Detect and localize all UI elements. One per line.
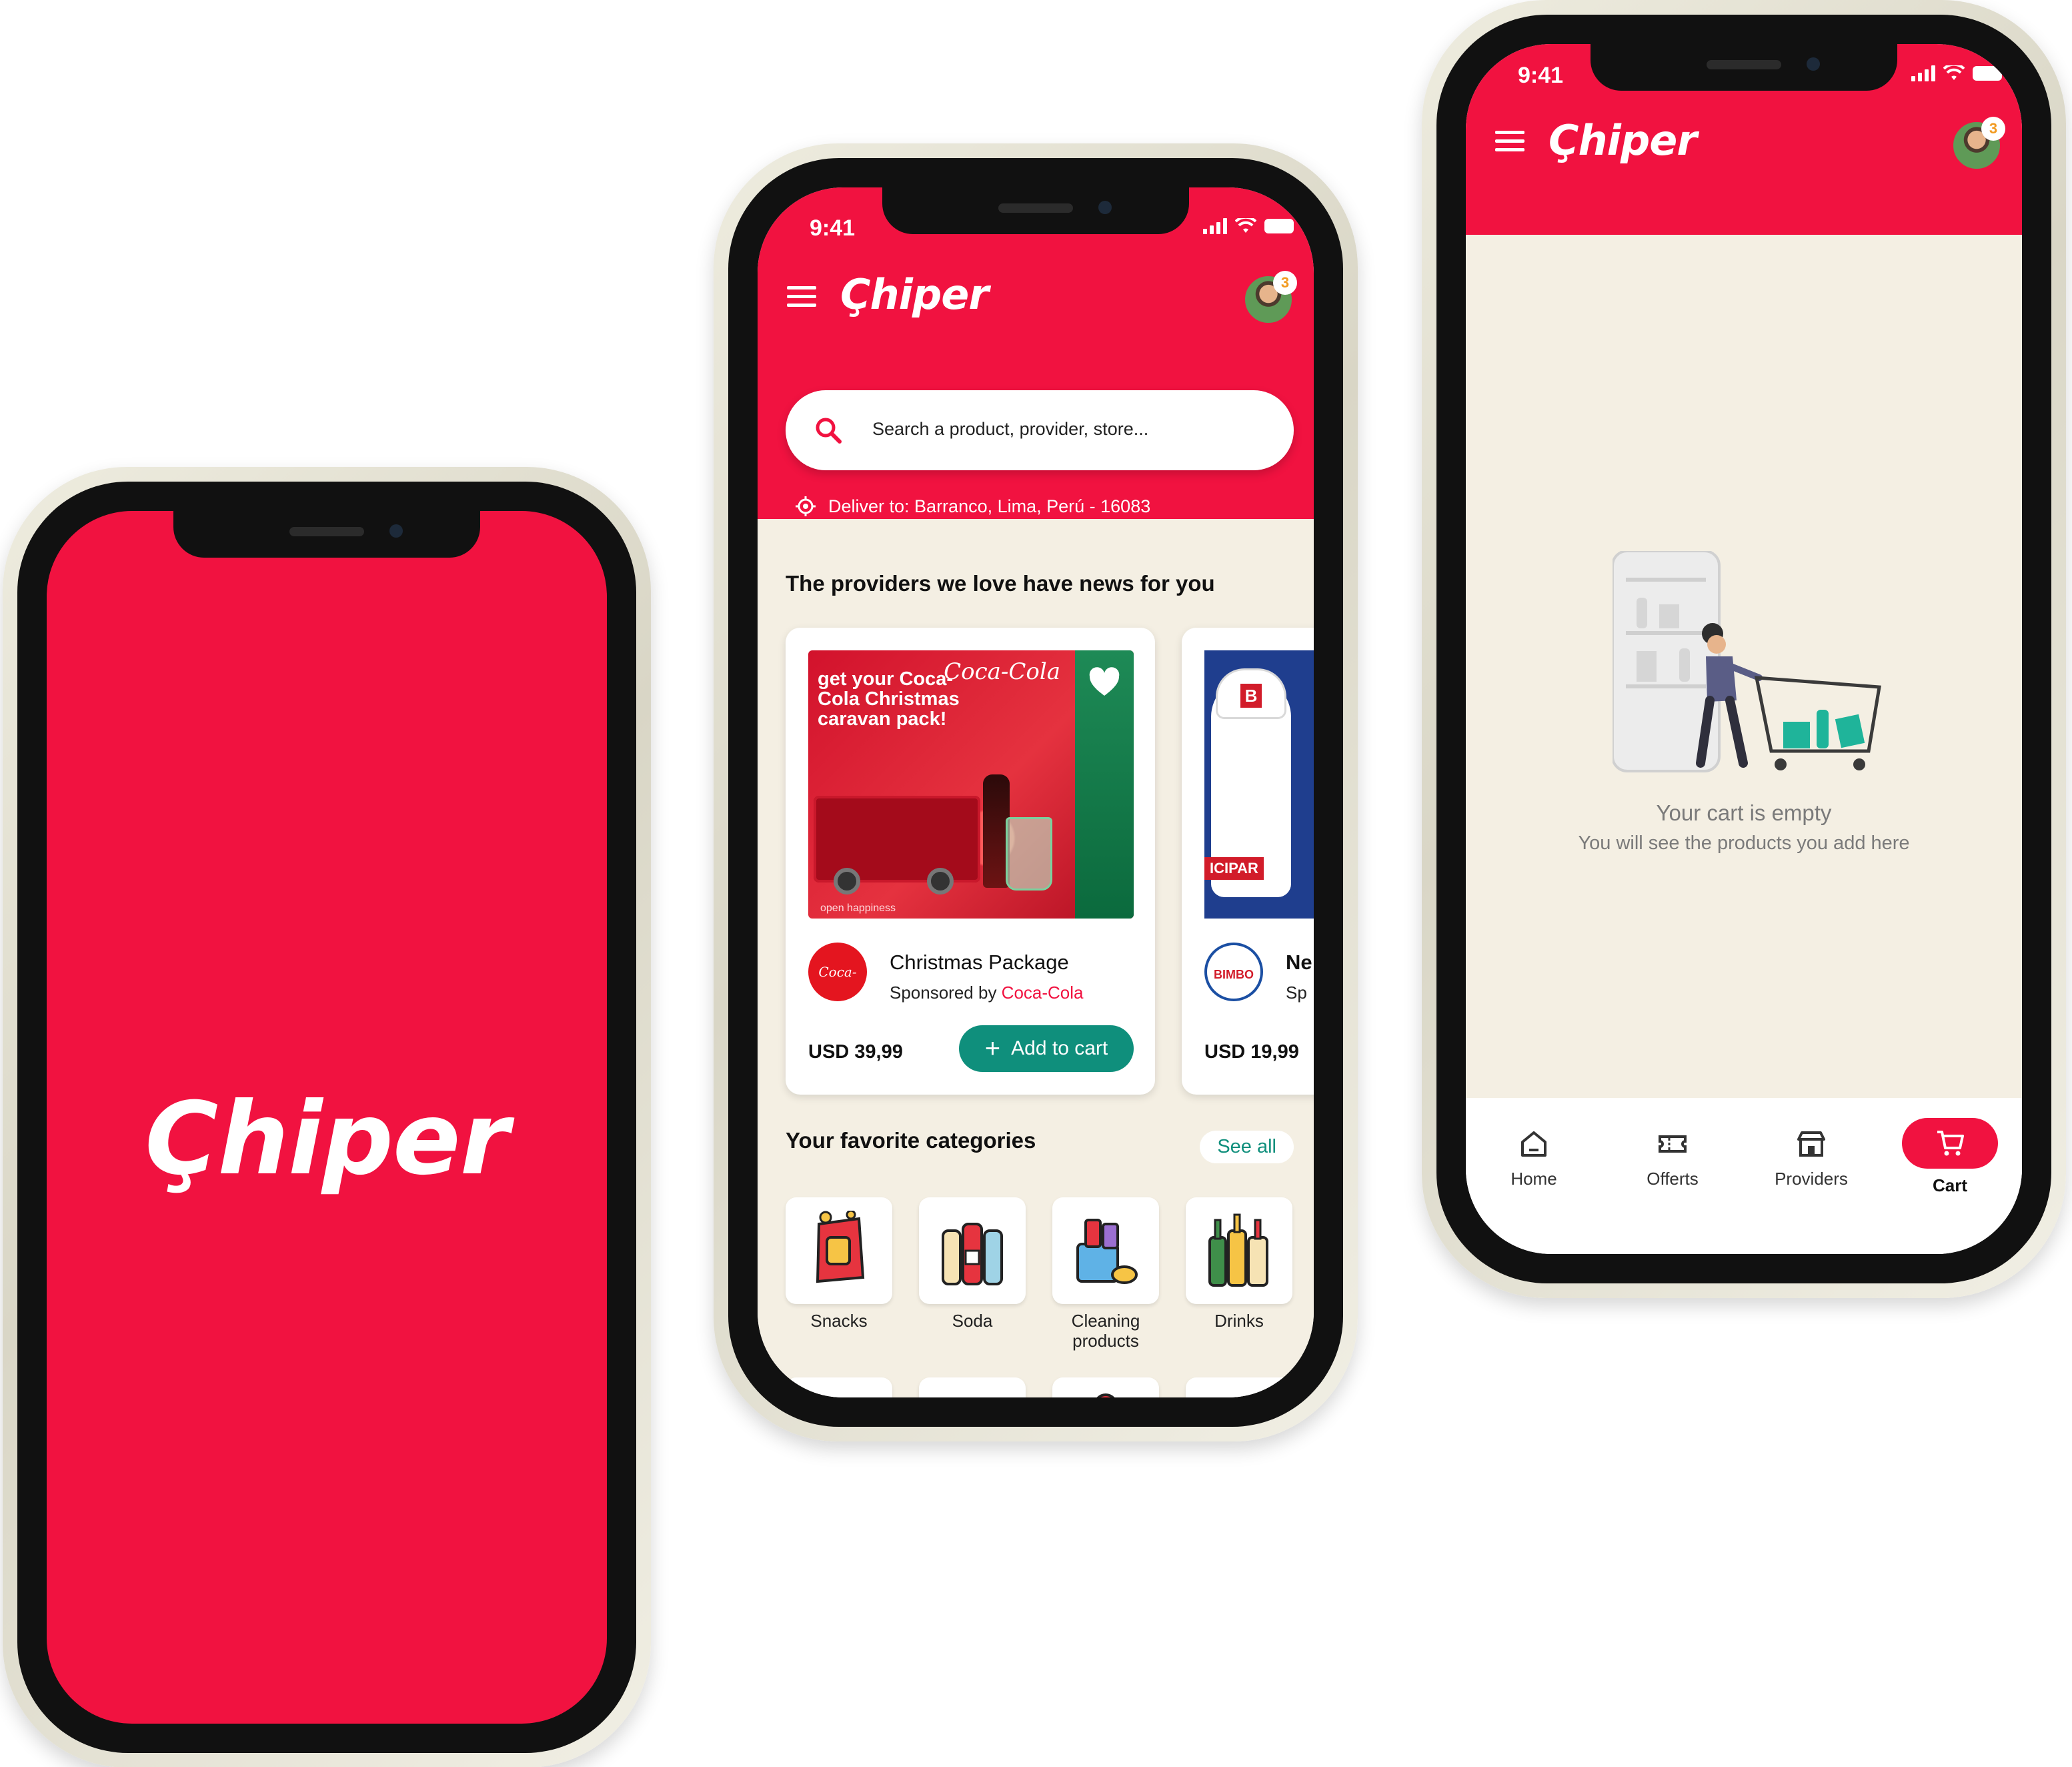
glass-image [1006,817,1052,891]
deliver-to-text: Deliver to: Barranco, Lima, Perú - 16083 [828,496,1151,516]
location-icon [796,496,816,516]
phone-splash: Çhiper [3,467,651,1767]
phone-bezel: 9:41 Çhiper 3 Your cart is empty You wil… [1436,15,2051,1283]
empty-cart-title: Your cart is empty [1656,800,1832,825]
product-sponsor: Sp [1286,983,1307,1003]
search-placeholder: Search a product, provider, store... [872,419,1149,439]
phone-home: 9:41 Çhiper 3 Search a product, provider… [714,143,1358,1441]
category-pharmacy[interactable] [1052,1377,1159,1397]
status-time: 9:41 [1518,63,1564,88]
app-header: 9:41 Çhiper 3 Search a product, provider… [758,187,1314,519]
wifi-icon [1943,65,1965,80]
meat-icon [806,1391,872,1397]
cart-icon [1937,1131,1964,1156]
battery-icon [1973,66,2002,81]
tab-offerts[interactable]: Offerts [1613,1129,1733,1189]
plus-icon: + [984,1034,1001,1063]
category-vegetables[interactable] [919,1377,1026,1397]
menu-icon[interactable] [787,286,816,307]
deliver-to[interactable]: Deliver to: Barranco, Lima, Perú - 16083 [795,496,1150,517]
empty-cart-subtitle: You will see the products you add here [1578,832,1910,854]
avatar[interactable]: 3 [1951,117,2005,171]
promo-footer: open happiness [820,903,896,914]
category-meat[interactable] [786,1377,892,1397]
category-drinks[interactable]: Drinks [1186,1197,1292,1351]
splash-screen: Çhiper [47,511,607,1724]
menu-icon[interactable] [1495,131,1524,151]
category-snacks[interactable]: Snacks [786,1197,892,1351]
add-to-cart-button[interactable]: + Add to cart [959,1025,1134,1072]
product-price: USD 39,99 [808,1041,903,1063]
search-input[interactable]: Search a product, provider, store... [786,390,1294,470]
see-all-button[interactable]: See all [1200,1131,1294,1163]
favorite-icon[interactable] [1087,665,1122,700]
promo-image: B ICIPAR [1204,650,1314,919]
product-sponsor: Sponsored by Coca-Cola [890,983,1084,1003]
status-time: 9:41 [810,215,856,241]
active-tab-indicator [1902,1118,1998,1169]
phone-bezel: 9:41 Çhiper 3 Search a product, provider… [728,158,1343,1427]
phone-bezel: Çhiper [17,482,636,1753]
tab-providers[interactable]: Providers [1751,1129,1871,1189]
soda-icon [942,1223,1003,1285]
coca-cola-logo: Coca-Cola [808,943,867,1039]
signal-icon [1911,65,1935,81]
product-title: Ne [1286,951,1312,974]
categories-grid: Snacks Soda Cleaning products Drinks [786,1197,1292,1397]
drinks-icon [1208,1213,1268,1287]
tab-home[interactable]: Home [1474,1129,1594,1189]
avatar[interactable]: 3 [1243,271,1297,325]
status-icons [1911,65,2002,81]
notification-badge: 3 [1981,117,2005,141]
product-title: Christmas Package [890,951,1069,974]
pharmacy-icon [1096,1393,1115,1397]
splash-logo: Çhiper [145,1081,509,1197]
cart-screen: 9:41 Çhiper 3 Your cart is empty You wil… [1466,44,2022,1254]
vegetables-icon [939,1391,1006,1397]
provider-card[interactable]: B ICIPAR BIMBO Ne Sp USD 19,99 [1182,628,1314,1095]
battery-icon [1264,219,1294,233]
header-logo: Çhiper [840,270,989,319]
category-furniture[interactable] [1186,1377,1292,1397]
signal-icon [1203,218,1227,234]
promo-logo: Coca-Cola [944,658,1060,685]
phone-notch [173,511,480,558]
providers-section-title: The providers we love have news for you [786,571,1215,596]
truck-image [814,796,980,895]
search-icon [816,418,842,444]
phone-notch [882,187,1189,234]
store-icon [1797,1131,1825,1157]
home-icon [1521,1131,1546,1157]
status-icons [1203,218,1294,234]
tab-cart[interactable]: Cart [1890,1118,2010,1196]
bimbo-logo: BIMBO [1204,943,1263,1001]
cleaning-icon [1076,1219,1138,1284]
provider-card[interactable]: get your Coca-Cola Christmas caravan pac… [786,628,1155,1095]
phone-cart: 9:41 Çhiper 3 Your cart is empty You wil… [1422,0,2066,1298]
empty-cart-illustration [1613,551,1881,772]
category-soda[interactable]: Soda [919,1197,1026,1351]
notification-badge: 3 [1273,271,1297,295]
promo-image: get your Coca-Cola Christmas caravan pac… [808,650,1134,919]
furniture-icon [1206,1391,1272,1397]
home-screen: 9:41 Çhiper 3 Search a product, provider… [758,187,1314,1397]
phone-notch [1591,44,1897,91]
snacks-icon [816,1211,865,1283]
promo-tag: ICIPAR [1204,857,1264,880]
bottom-tab-bar: Home Offerts Providers Cart [1466,1098,2022,1254]
categories-section-title: Your favorite categories [786,1128,1036,1153]
product-price: USD 19,99 [1204,1041,1299,1063]
wifi-icon [1235,218,1256,233]
ticket-icon [1659,1135,1687,1153]
category-cleaning[interactable]: Cleaning products [1052,1197,1159,1351]
header-logo: Çhiper [1548,116,1697,165]
